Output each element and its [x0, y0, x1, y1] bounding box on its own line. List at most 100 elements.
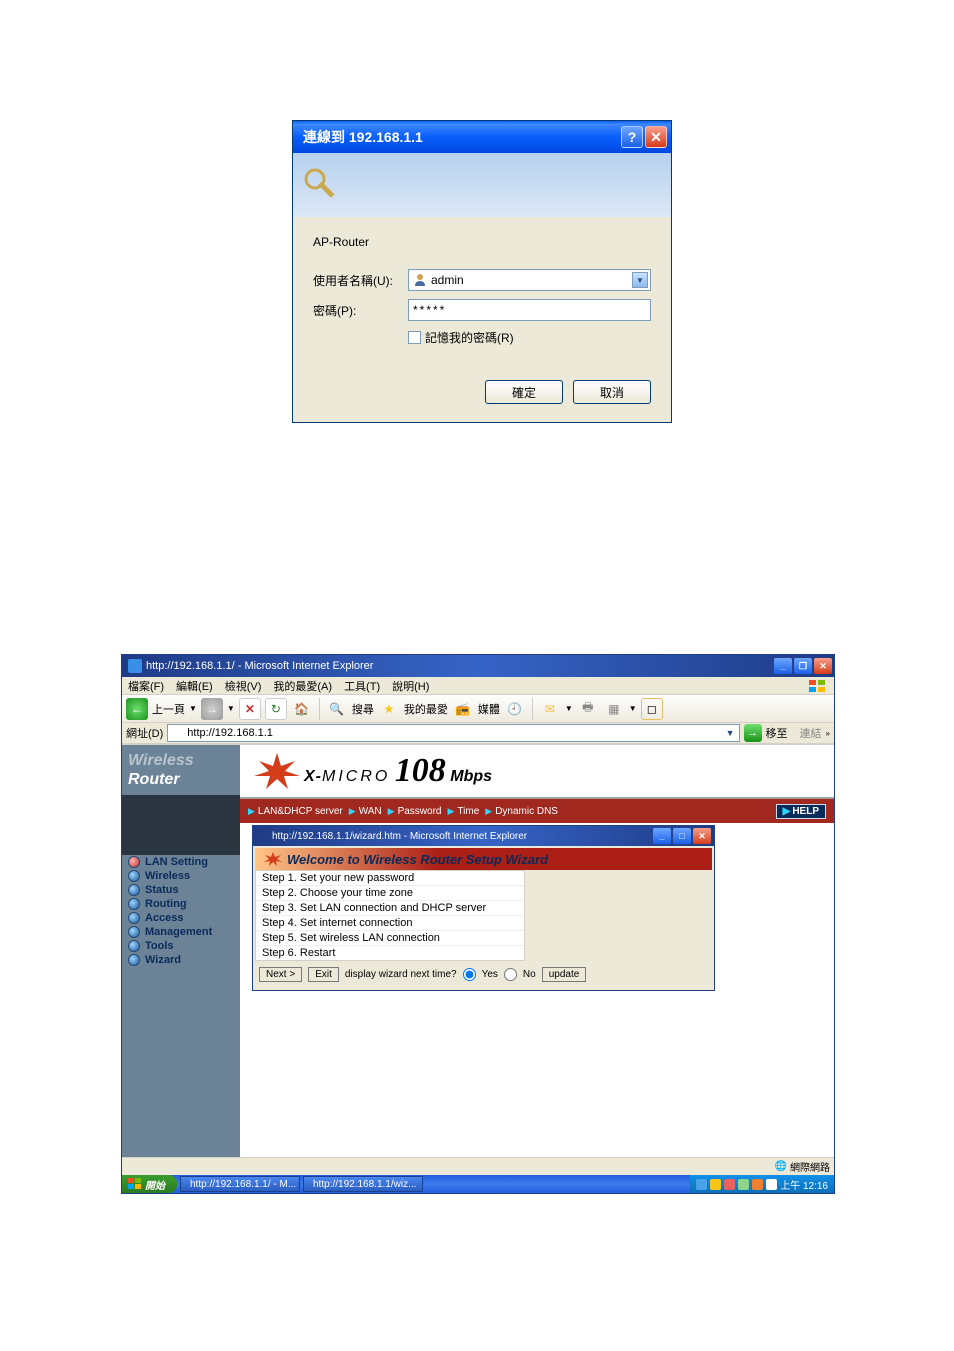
username-row: 使用者名稱(U): admin ▼ — [313, 269, 651, 291]
tray-icon[interactable] — [766, 1179, 777, 1190]
media-button[interactable]: 📻 — [452, 698, 474, 720]
page-icon — [126, 1161, 138, 1173]
restore-button[interactable]: ❐ — [794, 658, 812, 674]
search-label[interactable]: 搜尋 — [352, 701, 374, 717]
sidebar-item-status[interactable]: Status — [122, 883, 240, 897]
start-label: 開始 — [145, 1177, 165, 1192]
bullet-icon — [128, 898, 140, 910]
password-input[interactable]: ***** — [408, 299, 651, 321]
menu-file[interactable]: 檔案(F) — [128, 678, 164, 694]
menu-help[interactable]: 說明(H) — [392, 678, 429, 694]
username-input[interactable]: admin ▼ — [408, 269, 651, 291]
tab-dynamic-dns[interactable]: ▶Dynamic DNS — [485, 806, 558, 817]
menu-tools[interactable]: 工具(T) — [344, 678, 380, 694]
addr-chevron-icon[interactable]: ▼ — [726, 728, 735, 738]
exit-button[interactable]: Exit — [308, 967, 339, 982]
update-button[interactable]: update — [542, 967, 587, 982]
browser-title: http://192.168.1.1/ - Microsoft Internet… — [146, 660, 772, 672]
favorites-button[interactable]: ★ — [378, 698, 400, 720]
history-button[interactable]: 🕘 — [504, 698, 526, 720]
forward-button[interactable]: → — [201, 698, 223, 720]
sidebar-item-routing[interactable]: Routing — [122, 897, 240, 911]
taskbar-item[interactable]: http://192.168.1.1/ - M... — [180, 1176, 300, 1192]
tray-icon[interactable] — [752, 1179, 763, 1190]
tray-icon[interactable] — [710, 1179, 721, 1190]
menu-edit[interactable]: 編輯(E) — [176, 678, 213, 694]
sidebar: Wireless Router LAN Setting Wireless Sta… — [122, 745, 240, 1175]
sidebar-item-tools[interactable]: Tools — [122, 939, 240, 953]
taskbar-item[interactable]: http://192.168.1.1/wiz... — [303, 1176, 423, 1192]
links-label[interactable]: 連結 — [800, 725, 822, 741]
cancel-button[interactable]: 取消 — [573, 380, 651, 404]
tray-icon[interactable] — [724, 1179, 735, 1190]
wizard-header-text: Welcome to Wireless Router Setup Wizard — [287, 852, 548, 867]
page-icon — [172, 727, 184, 739]
back-button[interactable]: ← — [126, 698, 148, 720]
wizard-close-button[interactable]: ✕ — [693, 828, 711, 844]
sidebar-item-management[interactable]: Management — [122, 925, 240, 939]
sidebar-item-lan-setting[interactable]: LAN Setting — [122, 855, 240, 869]
dropdown-arrow-icon[interactable]: ▼ — [632, 272, 648, 288]
sidebar-item-wizard[interactable]: Wizard — [122, 953, 240, 967]
tray-icon[interactable] — [696, 1179, 707, 1190]
menu-view[interactable]: 檢視(V) — [225, 678, 262, 694]
discuss-button[interactable]: ◻ — [641, 698, 663, 720]
brand-word: MICRO — [322, 768, 390, 785]
wizard-maximize-button[interactable]: □ — [673, 828, 691, 844]
close-button[interactable]: ✕ — [645, 126, 667, 148]
sidebar-label: Wizard — [145, 954, 181, 966]
back-label[interactable]: 上一頁 — [152, 701, 185, 717]
content-area: Wireless Router LAN Setting Wireless Sta… — [122, 745, 834, 1175]
menu-favorites[interactable]: 我的最愛(A) — [273, 678, 332, 694]
print-button[interactable]: 🖶 — [577, 698, 599, 720]
logo-line2: Router — [128, 770, 234, 789]
radio-no[interactable] — [504, 968, 517, 981]
sidebar-label: Routing — [145, 898, 187, 910]
speed-unit: Mbps — [450, 768, 492, 785]
yes-label: Yes — [482, 969, 498, 980]
systray: 上午 12:16 — [690, 1175, 834, 1193]
start-button[interactable]: 開始 — [122, 1175, 177, 1193]
sidebar-item-access[interactable]: Access — [122, 911, 240, 925]
stop-button[interactable]: ✕ — [239, 698, 261, 720]
server-label: AP-Router — [313, 235, 651, 249]
auth-title: 連線到 192.168.1.1 — [297, 127, 619, 147]
mail-button[interactable]: ✉ — [539, 698, 561, 720]
address-input[interactable]: http://192.168.1.1 ▼ — [167, 724, 739, 742]
favorites-label[interactable]: 我的最愛 — [404, 701, 448, 717]
search-button[interactable]: 🔍 — [326, 698, 348, 720]
tab-wan[interactable]: ▶WAN — [349, 806, 382, 817]
edit-chevron-icon[interactable]: ▼ — [629, 704, 637, 713]
bullet-icon — [128, 940, 140, 952]
zone-label: 網際網路 — [790, 1159, 830, 1174]
refresh-button[interactable]: ↻ — [265, 698, 287, 720]
remember-checkbox[interactable] — [408, 331, 421, 344]
next-button[interactable]: Next > — [259, 967, 302, 982]
go-label[interactable]: 移至 — [766, 725, 788, 741]
links-chevron-icon[interactable]: » — [826, 729, 830, 738]
radio-yes[interactable] — [463, 968, 476, 981]
wizard-minimize-button[interactable]: _ — [653, 828, 671, 844]
help-button[interactable]: ? — [621, 126, 643, 148]
tray-icon[interactable] — [738, 1179, 749, 1190]
username-label: 使用者名稱(U): — [313, 272, 408, 289]
go-button[interactable]: → — [744, 724, 762, 742]
tab-time[interactable]: ▶Time — [447, 806, 479, 817]
fwd-chevron-icon[interactable]: ▼ — [227, 704, 235, 713]
back-chevron-icon[interactable]: ▼ — [189, 704, 197, 713]
tab-password[interactable]: ▶Password — [388, 806, 442, 817]
mail-chevron-icon[interactable]: ▼ — [565, 704, 573, 713]
sidebar-item-wireless[interactable]: Wireless — [122, 869, 240, 883]
bullet-icon — [128, 884, 140, 896]
arrow-icon: ▶ — [349, 806, 356, 816]
help-button[interactable]: ▶HELP — [776, 804, 826, 819]
tab-lan-dhcp[interactable]: ▶LAN&DHCP server — [248, 806, 343, 817]
ok-button[interactable]: 確定 — [485, 380, 563, 404]
main-panel: X-MICRO 108 Mbps ▶LAN&DHCP server ▶WAN ▶… — [240, 745, 834, 1175]
browser-close-button[interactable]: ✕ — [814, 658, 832, 674]
home-button[interactable]: 🏠 — [291, 698, 313, 720]
media-label[interactable]: 媒體 — [478, 701, 500, 717]
sidebar-label: LAN Setting — [145, 856, 208, 868]
minimize-button[interactable]: _ — [774, 658, 792, 674]
edit-button[interactable]: ▦ — [603, 698, 625, 720]
